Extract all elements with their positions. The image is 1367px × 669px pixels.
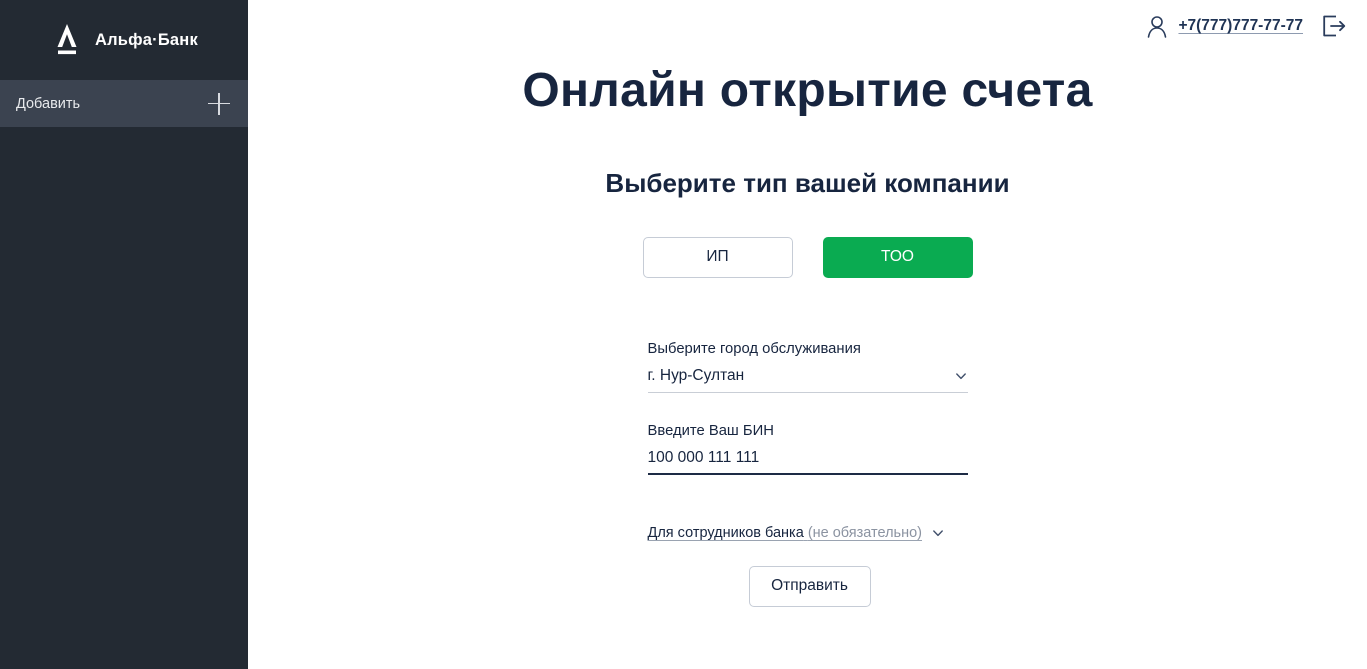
company-type-selector: ИП ТОО	[642, 199, 973, 278]
submit-button[interactable]: Отправить	[748, 565, 871, 607]
bin-input[interactable]: 100 000 111 111	[647, 449, 968, 475]
alfa-bank-a-logo-icon	[52, 20, 82, 60]
chevron-down-icon[interactable]	[931, 526, 945, 540]
app-root: Альфа·Банк Добавить +7(777)777-77-77 Онл…	[0, 0, 1367, 669]
brand-name: Альфа·Банк	[95, 30, 198, 49]
chevron-down-icon[interactable]	[954, 369, 968, 391]
bank-staff-label-main: Для сотрудников банка	[647, 524, 804, 541]
sidebar-item-add-label: Добавить	[16, 95, 81, 112]
main-content: +7(777)777-77-77 Онлайн открытие счета В…	[248, 0, 1367, 669]
brand-header[interactable]: Альфа·Банк	[0, 0, 248, 80]
bin-field: Введите Ваш БИН 100 000 111 111	[647, 393, 968, 475]
plus-icon[interactable]	[208, 92, 230, 115]
bank-staff-label: Для сотрудников банка (не обязательно)	[648, 525, 923, 541]
bin-field-underline	[647, 472, 968, 475]
company-type-ip-button[interactable]: ИП	[642, 236, 793, 278]
bin-field-label: Введите Ваш БИН	[647, 422, 774, 439]
bank-staff-expander[interactable]: Для сотрудников банка (не обязательно)	[648, 475, 968, 541]
bin-input-value[interactable]: 100 000 111 111	[648, 449, 968, 475]
sidebar-item-add[interactable]: Добавить	[0, 80, 248, 127]
city-field-label: Выберите город обслуживания	[647, 340, 861, 357]
account-open-form: Выберите город обслуживания г. Нур-Султа…	[647, 278, 968, 607]
city-select[interactable]: г. Нур-Султан	[647, 366, 968, 393]
city-field: Выберите город обслуживания г. Нур-Султа…	[647, 340, 968, 393]
company-type-too-button[interactable]: ТОО	[822, 236, 973, 278]
submit-row: Отправить	[648, 541, 968, 607]
bank-staff-label-optional: (не обязательно)	[807, 524, 923, 541]
sidebar-empty-area	[0, 127, 248, 669]
page-content: Онлайн открытие счета Выберите тип вашей…	[248, 0, 1367, 607]
city-selected-value: г. Нур-Султан	[647, 366, 745, 384]
page-title: Онлайн открытие счета	[522, 64, 1093, 117]
page-subtitle: Выберите тип вашей компании	[605, 167, 1010, 198]
sidebar: Альфа·Банк Добавить	[0, 0, 248, 669]
